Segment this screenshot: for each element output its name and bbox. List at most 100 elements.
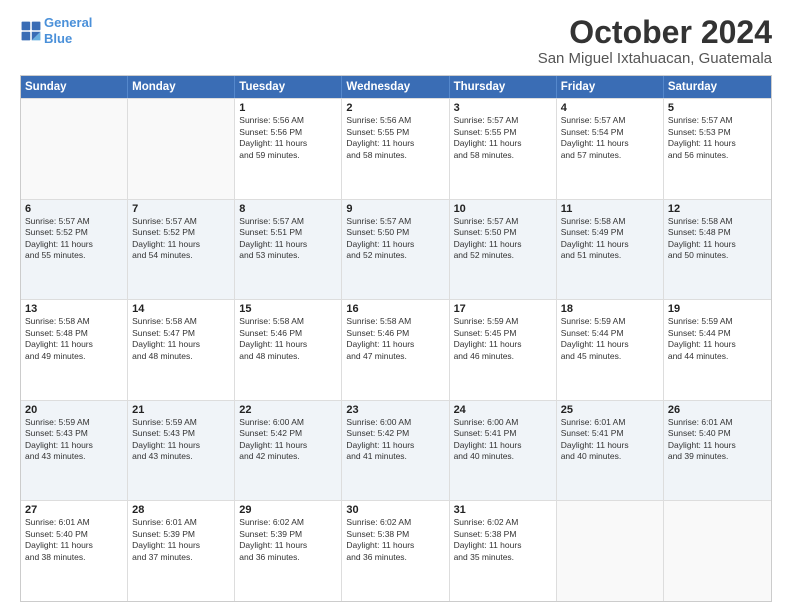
day-number: 18 <box>561 303 659 315</box>
day-number: 19 <box>668 303 767 315</box>
calendar-row: 6 Sunrise: 5:57 AMSunset: 5:52 PMDaylight… <box>21 199 771 300</box>
day-number: 25 <box>561 404 659 416</box>
calendar-cell: 19Sunrise: 5:59 AMSunset: 5:44 PMDayligh… <box>664 300 771 400</box>
day-number: 5 <box>668 102 767 114</box>
cell-text: Sunrise: 5:57 AMSunset: 5:52 PMDaylight:… <box>132 216 230 262</box>
cell-text: Sunrise: 5:59 AMSunset: 5:43 PMDaylight:… <box>132 417 230 463</box>
calendar: SundayMondayTuesdayWednesdayThursdayFrid… <box>20 75 772 602</box>
calendar-cell: 29Sunrise: 6:02 AMSunset: 5:39 PMDayligh… <box>235 501 342 601</box>
calendar-cell <box>557 501 664 601</box>
calendar-cell: 24Sunrise: 6:00 AMSunset: 5:41 PMDayligh… <box>450 401 557 501</box>
calendar-cell: 30Sunrise: 6:02 AMSunset: 5:38 PMDayligh… <box>342 501 449 601</box>
calendar-cell: 1Sunrise: 5:56 AMSunset: 5:56 PMDaylight… <box>235 99 342 199</box>
calendar-row: 20 Sunrise: 5:59 AMSunset: 5:43 PMDayligh… <box>21 400 771 501</box>
month-title: October 2024 <box>538 15 772 50</box>
header: General Blue October 2024 San Miguel Ixt… <box>20 15 772 67</box>
cell-text: Sunrise: 6:02 AMSunset: 5:38 PMDaylight:… <box>454 517 552 563</box>
calendar-cell: 20Sunrise: 5:59 AMSunset: 5:43 PMDayligh… <box>21 401 128 501</box>
day-number: 2 <box>346 102 444 114</box>
day-number: 15 <box>239 303 337 315</box>
day-number: 4 <box>561 102 659 114</box>
cell-text: Sunrise: 5:56 AMSunset: 5:56 PMDaylight:… <box>239 115 337 161</box>
cell-text: Sunrise: 6:01 AMSunset: 5:40 PMDaylight:… <box>25 517 123 563</box>
day-number: 30 <box>346 504 444 516</box>
cell-text: Sunrise: 5:58 AMSunset: 5:48 PMDaylight:… <box>25 316 123 362</box>
day-number: 6 <box>25 203 123 215</box>
day-number: 16 <box>346 303 444 315</box>
weekday-header: Wednesday <box>342 76 449 98</box>
day-number: 11 <box>561 203 659 215</box>
cell-text: Sunrise: 5:59 AMSunset: 5:45 PMDaylight:… <box>454 316 552 362</box>
cell-text: Sunrise: 5:59 AMSunset: 5:44 PMDaylight:… <box>668 316 767 362</box>
day-number: 20 <box>25 404 123 416</box>
calendar-row: 1Sunrise: 5:56 AMSunset: 5:56 PMDaylight… <box>21 98 771 199</box>
cell-text: Sunrise: 5:56 AMSunset: 5:55 PMDaylight:… <box>346 115 444 161</box>
cell-text: Sunrise: 5:58 AMSunset: 5:46 PMDaylight:… <box>239 316 337 362</box>
page: General Blue October 2024 San Miguel Ixt… <box>0 0 792 612</box>
cell-text: Sunrise: 6:00 AMSunset: 5:42 PMDaylight:… <box>346 417 444 463</box>
cell-text: Sunrise: 6:01 AMSunset: 5:41 PMDaylight:… <box>561 417 659 463</box>
calendar-cell: 15Sunrise: 5:58 AMSunset: 5:46 PMDayligh… <box>235 300 342 400</box>
logo-text: General Blue <box>44 15 92 46</box>
calendar-cell: 12Sunrise: 5:58 AMSunset: 5:48 PMDayligh… <box>664 200 771 300</box>
cell-text: Sunrise: 6:02 AMSunset: 5:39 PMDaylight:… <box>239 517 337 563</box>
cell-text: Sunrise: 5:58 AMSunset: 5:47 PMDaylight:… <box>132 316 230 362</box>
day-number: 7 <box>132 203 230 215</box>
calendar-cell: 7Sunrise: 5:57 AMSunset: 5:52 PMDaylight… <box>128 200 235 300</box>
calendar-cell: 10Sunrise: 5:57 AMSunset: 5:50 PMDayligh… <box>450 200 557 300</box>
calendar-cell: 16Sunrise: 5:58 AMSunset: 5:46 PMDayligh… <box>342 300 449 400</box>
cell-text: Sunrise: 5:59 AMSunset: 5:44 PMDaylight:… <box>561 316 659 362</box>
weekday-header: Saturday <box>664 76 771 98</box>
calendar-cell: 17Sunrise: 5:59 AMSunset: 5:45 PMDayligh… <box>450 300 557 400</box>
calendar-cell: 6Sunrise: 5:57 AMSunset: 5:52 PMDaylight… <box>21 200 128 300</box>
day-number: 13 <box>25 303 123 315</box>
cell-text: Sunrise: 5:58 AMSunset: 5:49 PMDaylight:… <box>561 216 659 262</box>
title-block: October 2024 San Miguel Ixtahuacan, Guat… <box>538 15 772 67</box>
cell-text: Sunrise: 6:01 AMSunset: 5:39 PMDaylight:… <box>132 517 230 563</box>
calendar-row: 13Sunrise: 5:58 AMSunset: 5:48 PMDayligh… <box>21 299 771 400</box>
cell-text: Sunrise: 5:57 AMSunset: 5:55 PMDaylight:… <box>454 115 552 161</box>
day-number: 28 <box>132 504 230 516</box>
calendar-cell: 31Sunrise: 6:02 AMSunset: 5:38 PMDayligh… <box>450 501 557 601</box>
logo: General Blue <box>20 15 92 46</box>
calendar-cell: 14Sunrise: 5:58 AMSunset: 5:47 PMDayligh… <box>128 300 235 400</box>
cell-text: Sunrise: 5:58 AMSunset: 5:46 PMDaylight:… <box>346 316 444 362</box>
day-number: 14 <box>132 303 230 315</box>
calendar-header: SundayMondayTuesdayWednesdayThursdayFrid… <box>21 76 771 98</box>
weekday-header: Friday <box>557 76 664 98</box>
day-number: 24 <box>454 404 552 416</box>
calendar-cell: 8Sunrise: 5:57 AMSunset: 5:51 PMDaylight… <box>235 200 342 300</box>
weekday-header: Sunday <box>21 76 128 98</box>
day-number: 3 <box>454 102 552 114</box>
calendar-cell: 13Sunrise: 5:58 AMSunset: 5:48 PMDayligh… <box>21 300 128 400</box>
calendar-cell: 26Sunrise: 6:01 AMSunset: 5:40 PMDayligh… <box>664 401 771 501</box>
cell-text: Sunrise: 6:00 AMSunset: 5:41 PMDaylight:… <box>454 417 552 463</box>
day-number: 12 <box>668 203 767 215</box>
calendar-cell <box>664 501 771 601</box>
day-number: 10 <box>454 203 552 215</box>
day-number: 27 <box>25 504 123 516</box>
cell-text: Sunrise: 6:00 AMSunset: 5:42 PMDaylight:… <box>239 417 337 463</box>
cell-text: Sunrise: 5:58 AMSunset: 5:48 PMDaylight:… <box>668 216 767 262</box>
logo-line1: General <box>44 15 92 30</box>
calendar-cell: 9Sunrise: 5:57 AMSunset: 5:50 PMDaylight… <box>342 200 449 300</box>
logo-icon <box>20 20 42 42</box>
calendar-cell: 21Sunrise: 5:59 AMSunset: 5:43 PMDayligh… <box>128 401 235 501</box>
day-number: 1 <box>239 102 337 114</box>
calendar-cell <box>128 99 235 199</box>
calendar-cell <box>21 99 128 199</box>
calendar-cell: 2Sunrise: 5:56 AMSunset: 5:55 PMDaylight… <box>342 99 449 199</box>
cell-text: Sunrise: 5:57 AMSunset: 5:51 PMDaylight:… <box>239 216 337 262</box>
logo-line2: Blue <box>44 31 72 46</box>
weekday-header: Tuesday <box>235 76 342 98</box>
cell-text: Sunrise: 5:57 AMSunset: 5:54 PMDaylight:… <box>561 115 659 161</box>
day-number: 17 <box>454 303 552 315</box>
cell-text: Sunrise: 5:57 AMSunset: 5:53 PMDaylight:… <box>668 115 767 161</box>
calendar-cell: 5Sunrise: 5:57 AMSunset: 5:53 PMDaylight… <box>664 99 771 199</box>
day-number: 31 <box>454 504 552 516</box>
calendar-cell: 22Sunrise: 6:00 AMSunset: 5:42 PMDayligh… <box>235 401 342 501</box>
cell-text: Sunrise: 6:02 AMSunset: 5:38 PMDaylight:… <box>346 517 444 563</box>
cell-text: Sunrise: 5:57 AMSunset: 5:50 PMDaylight:… <box>454 216 552 262</box>
calendar-cell: 27Sunrise: 6:01 AMSunset: 5:40 PMDayligh… <box>21 501 128 601</box>
day-number: 23 <box>346 404 444 416</box>
